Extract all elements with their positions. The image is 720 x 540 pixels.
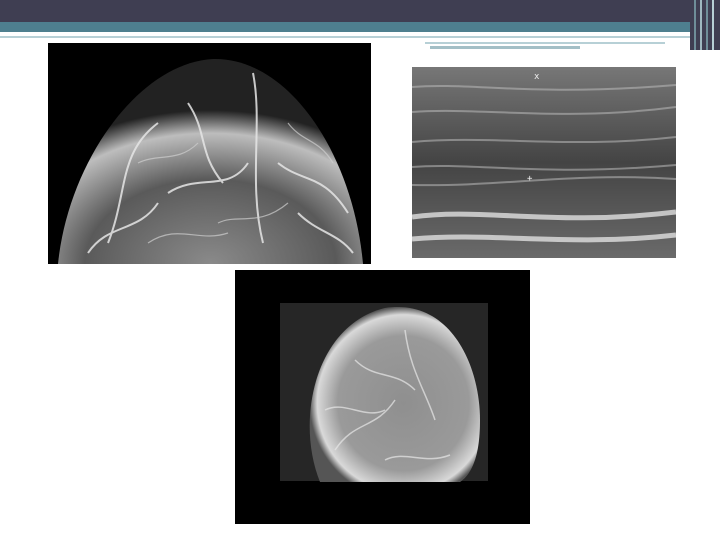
slide-header-line <box>0 36 690 38</box>
slide-header-accent-line <box>425 42 665 44</box>
breast-ultrasound-image: x + <box>412 67 676 258</box>
slide-header-teal-band <box>0 22 690 32</box>
slide-header-bar <box>0 0 720 22</box>
mammogram-lower-image <box>235 270 530 524</box>
slide-header-corner-stripes <box>690 0 720 50</box>
mammogram-upper-image <box>48 43 371 264</box>
slide-header-accent-line-short <box>430 46 580 49</box>
svg-text:+: + <box>527 174 533 184</box>
svg-text:x: x <box>534 72 540 82</box>
